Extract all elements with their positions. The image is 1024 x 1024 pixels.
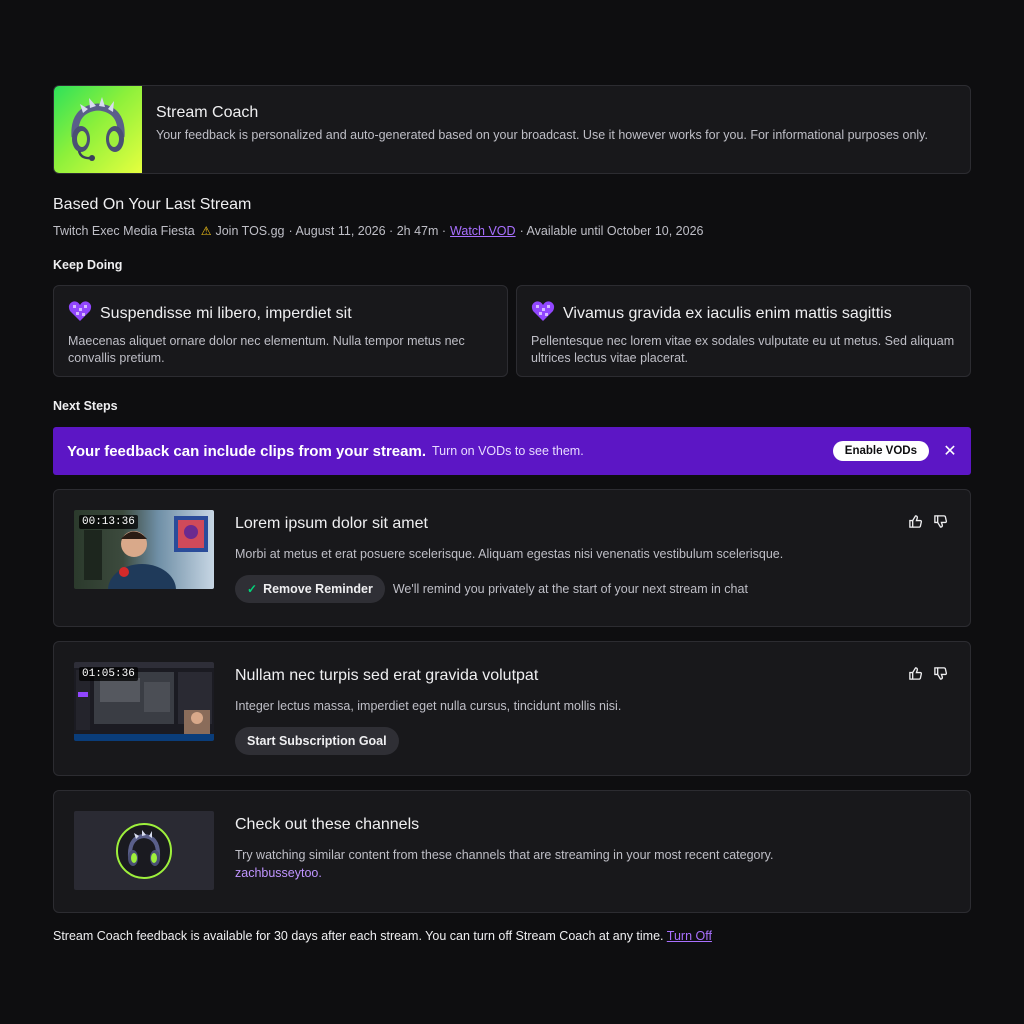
- enable-vods-banner: Your feedback can include clips from you…: [53, 427, 971, 475]
- step-description: Integer lectus massa, imperdiet eget nul…: [235, 699, 622, 713]
- remove-reminder-label: Remove Reminder: [263, 582, 373, 596]
- step-title: Lorem ipsum dolor sit amet: [235, 515, 428, 532]
- stream-title: Twitch Exec Media Fiesta: [53, 224, 195, 238]
- thumbs-down-icon[interactable]: [933, 666, 948, 681]
- thumbs-up-icon[interactable]: [908, 514, 923, 529]
- stream-meta: Twitch Exec Media Fiesta ⚠ Join TOS.gg ·…: [53, 224, 971, 238]
- close-icon[interactable]: ✕: [943, 441, 957, 461]
- step-title: Check out these channels: [235, 816, 420, 833]
- footer-text: Stream Coach feedback is available for 3…: [53, 929, 664, 943]
- stream-date-duration: · August 11, 2026 · 2h 47m ·: [288, 224, 447, 238]
- keep-doing-body: Maecenas aliquet ornare dolor nec elemen…: [68, 334, 465, 365]
- keep-doing-card: Suspendisse mi libero, imperdiet sit Mae…: [53, 285, 508, 377]
- thumbs-down-icon[interactable]: [933, 514, 948, 529]
- last-stream-heading: Based On Your Last Stream: [53, 196, 252, 213]
- step-description: Try watching similar content from these …: [235, 848, 774, 862]
- next-step-card: 00:13:36 Lorem ipsum dolor sit amet Morb…: [53, 489, 971, 627]
- channel-link[interactable]: zachbusseytoo.: [235, 866, 322, 880]
- remove-reminder-button[interactable]: ✓ Remove Reminder: [235, 575, 385, 603]
- stream-tag: Join TOS.gg: [215, 224, 285, 238]
- headset-icon: [54, 86, 142, 173]
- vod-availability: · Available until October 10, 2026: [519, 224, 704, 238]
- stream-coach-page: Stream Coach Your feedback is personaliz…: [53, 85, 971, 943]
- banner-submessage: Turn on VODs to see them.: [432, 444, 584, 458]
- headset-icon: [116, 822, 172, 879]
- check-icon: ✓: [247, 582, 258, 596]
- clip-thumbnail[interactable]: 00:13:36: [74, 510, 214, 589]
- next-step-card: 01:05:36 Nullam nec turpis sed erat grav…: [53, 641, 971, 776]
- footer-note: Stream Coach feedback is available for 3…: [53, 929, 971, 943]
- keep-doing-label: Keep Doing: [53, 258, 123, 272]
- keep-doing-card: Vivamus gravida ex iaculis enim mattis s…: [516, 285, 971, 377]
- next-steps-label: Next Steps: [53, 399, 118, 413]
- next-step-card: Check out these channels Try watching si…: [53, 790, 971, 913]
- coach-description: Your feedback is personalized and auto-g…: [156, 128, 928, 142]
- start-subscription-goal-button[interactable]: Start Subscription Goal: [235, 727, 399, 755]
- channel-thumbnail[interactable]: [74, 811, 214, 890]
- step-title: Nullam nec turpis sed erat gravida volut…: [235, 667, 539, 684]
- keep-doing-title: Vivamus gravida ex iaculis enim mattis s…: [563, 304, 892, 322]
- clip-timestamp: 00:13:36: [79, 515, 138, 529]
- watch-vod-link[interactable]: Watch VOD: [450, 224, 516, 238]
- clip-thumbnail[interactable]: 01:05:36: [74, 662, 214, 741]
- coach-title: Stream Coach: [156, 104, 259, 121]
- thumbs-up-icon[interactable]: [908, 666, 923, 681]
- purple-heart-icon: [68, 300, 92, 327]
- purple-heart-icon: [531, 300, 555, 327]
- reminder-note: We'll remind you privately at the start …: [392, 582, 748, 596]
- step-description: Morbi at metus et erat posuere scelerisq…: [235, 547, 784, 561]
- keep-doing-list: Suspendisse mi libero, imperdiet sit Mae…: [53, 285, 971, 377]
- keep-doing-title: Suspendisse mi libero, imperdiet sit: [100, 304, 352, 322]
- keep-doing-body: Pellentesque nec lorem vitae ex sodales …: [531, 334, 955, 365]
- turn-off-link[interactable]: Turn Off: [667, 929, 712, 943]
- stream-coach-header: Stream Coach Your feedback is personaliz…: [53, 85, 971, 174]
- enable-vods-button[interactable]: Enable VODs: [832, 441, 929, 461]
- warning-icon: ⚠: [200, 224, 212, 238]
- clip-timestamp: 01:05:36: [79, 667, 138, 681]
- banner-message: Your feedback can include clips from you…: [67, 442, 426, 460]
